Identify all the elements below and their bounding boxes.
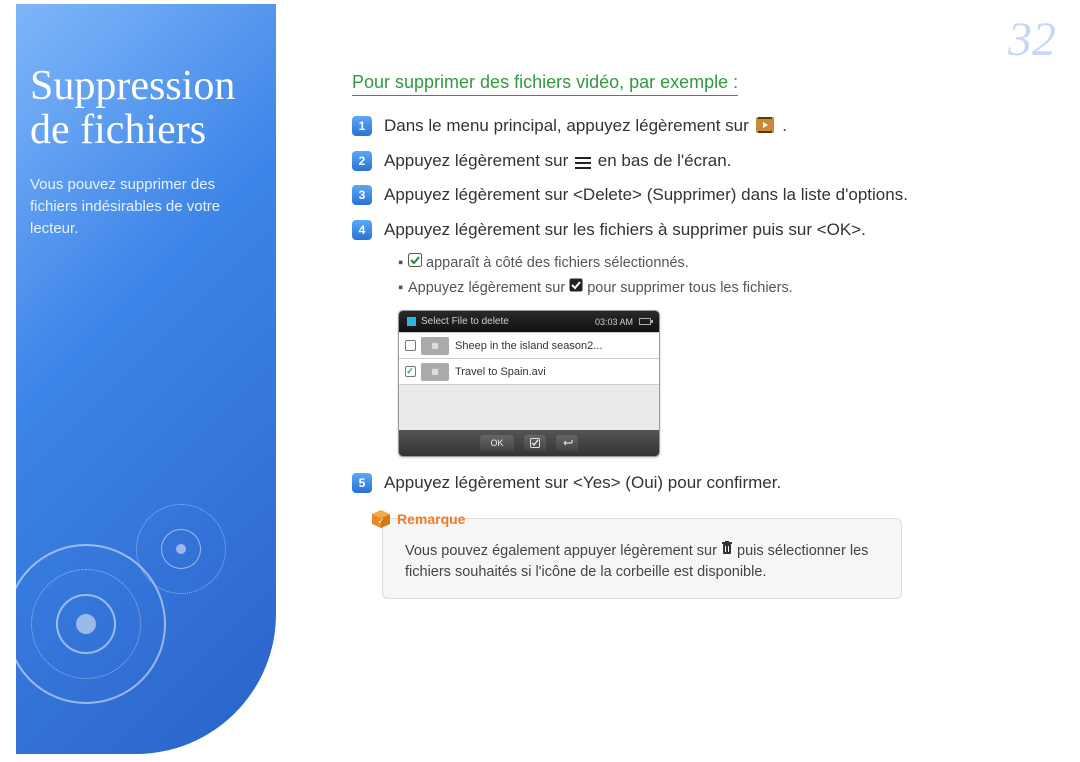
step-badge-2: 2: [352, 151, 372, 171]
section-heading: Pour supprimer des fichiers vidéo, par e…: [352, 72, 738, 96]
step-badge-5: 5: [352, 473, 372, 493]
svg-text:✓: ✓: [377, 516, 385, 526]
mock-empty-area: [399, 384, 659, 430]
mock-row-2[interactable]: ▦ Travel to Spain.avi: [399, 358, 659, 384]
window-indicator-icon: [407, 317, 416, 326]
step-1: 1 Dans le menu principal, appuyez légère…: [352, 114, 1042, 139]
mock-row-2-label: Travel to Spain.avi: [455, 366, 546, 378]
mock-titlebar: Select File to delete 03:03 AM: [399, 311, 659, 332]
sidebar-desc: Vous pouvez supprimer des fichiers indés…: [30, 174, 252, 239]
sub-bullet-1: ▪ apparaît à côté des fichiers sélection…: [398, 253, 1042, 275]
mock-clock: 03:03 AM: [595, 317, 633, 327]
step-1-text: Dans le menu principal, appuyez légèreme…: [384, 114, 787, 139]
step-3-text: Appuyez légèrement sur <Delete> (Supprim…: [384, 183, 908, 208]
mock-title: Select File to delete: [421, 316, 509, 327]
sidebar: Suppression de fichiers Vous pouvez supp…: [16, 4, 276, 754]
step-badge-1: 1: [352, 116, 372, 136]
mock-row-1[interactable]: ▦ Sheep in the island season2...: [399, 332, 659, 358]
step-5: 5 Appuyez légèrement sur <Yes> (Oui) pou…: [352, 471, 1042, 496]
step-5-text: Appuyez légèrement sur <Yes> (Oui) pour …: [384, 471, 781, 496]
select-all-icon: [569, 278, 583, 292]
mock-selectall-button[interactable]: [524, 435, 546, 451]
note-label: Remarque: [397, 511, 465, 527]
step-badge-4: 4: [352, 220, 372, 240]
step-4-sublist: ▪ apparaît à côté des fichiers sélection…: [398, 253, 1042, 301]
step-badge-3: 3: [352, 185, 372, 205]
trash-icon: [721, 541, 733, 555]
mock-ok-button[interactable]: OK: [480, 435, 514, 451]
note-box: ✓ Remarque Vous pouvez également appuyer…: [382, 518, 902, 600]
step-2: 2 Appuyez légèrement sur en bas de l'écr…: [352, 149, 1042, 174]
checked-box-icon: [408, 253, 422, 267]
menu-bars-icon: [575, 157, 591, 169]
title-line-1: Suppression: [30, 63, 235, 109]
main-content: Pour supprimer des fichiers vidéo, par e…: [352, 72, 1042, 599]
note-text: Vous pouvez également appuyer légèrement…: [405, 541, 887, 585]
checkbox-unchecked-icon[interactable]: [405, 340, 416, 351]
step-2-text: Appuyez légèrement sur en bas de l'écran…: [384, 149, 731, 174]
video-player-icon: [755, 116, 775, 134]
step-3: 3 Appuyez légèrement sur <Delete> (Suppr…: [352, 183, 1042, 208]
decorative-circles: [16, 524, 226, 724]
mock-footer-bar: OK: [399, 430, 659, 456]
step-4-text: Appuyez légèrement sur les fichiers à su…: [384, 218, 866, 243]
device-screenshot: Select File to delete 03:03 AM ▦ Sheep i…: [398, 310, 660, 457]
page-root: 32 Suppression de fichiers Vous pouvez s…: [0, 0, 1080, 762]
thumbnail-icon: ▦: [421, 363, 449, 381]
thumbnail-icon: ▦: [421, 337, 449, 355]
note-cube-icon: ✓: [371, 509, 391, 529]
page-number: 32: [1008, 12, 1056, 67]
mock-back-button[interactable]: [556, 435, 578, 451]
checkbox-checked-icon[interactable]: [405, 366, 416, 377]
step-4: 4 Appuyez légèrement sur les fichiers à …: [352, 218, 1042, 243]
sub-bullet-2: ▪ Appuyez légèrement sur pour supprimer …: [398, 278, 1042, 300]
title-line-2: de fichiers: [30, 107, 206, 153]
mock-row-1-label: Sheep in the island season2...: [455, 340, 602, 352]
battery-icon: [639, 318, 651, 325]
sidebar-title: Suppression de fichiers: [30, 64, 252, 152]
